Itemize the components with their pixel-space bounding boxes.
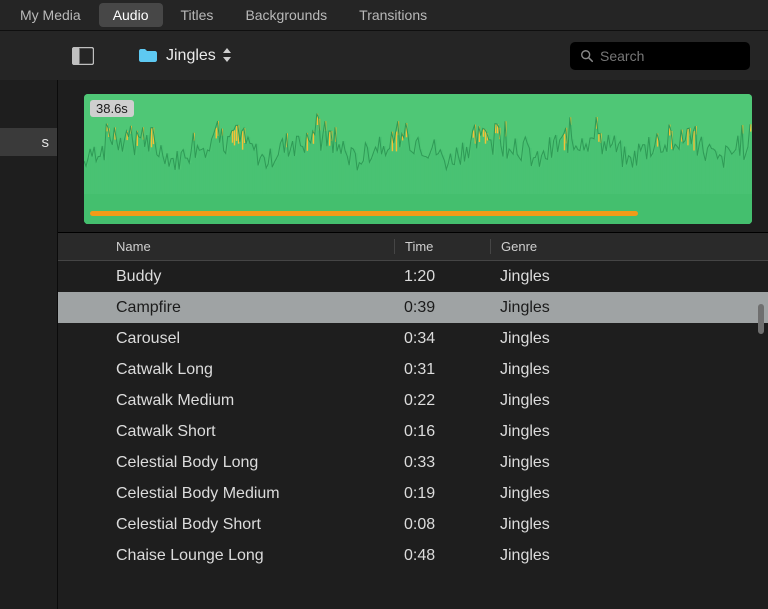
toggle-sidebar-button[interactable] (72, 31, 94, 80)
search-icon (580, 49, 594, 63)
scrollbar-thumb[interactable] (758, 304, 764, 334)
cell-name: Catwalk Short (114, 423, 394, 441)
cell-time: 0:08 (394, 516, 490, 534)
tab-transitions[interactable]: Transitions (345, 3, 441, 27)
tab-my-media[interactable]: My Media (6, 3, 95, 27)
table-row[interactable]: Catwalk Long0:31Jingles (58, 354, 768, 385)
playback-progress[interactable] (90, 211, 638, 216)
table-row[interactable]: Celestial Body Short0:08Jingles (58, 509, 768, 540)
cell-name: Chaise Lounge Long (114, 547, 394, 565)
cell-time: 0:33 (394, 454, 490, 472)
table-row[interactable]: Catwalk Short0:16Jingles (58, 416, 768, 447)
folder-label: Jingles (166, 47, 216, 65)
cell-genre: Jingles (490, 330, 618, 348)
folder-icon (138, 48, 158, 63)
table-row[interactable]: Buddy1:20Jingles (58, 261, 768, 292)
tab-audio[interactable]: Audio (99, 3, 163, 27)
duration-badge: 38.6s (90, 100, 134, 117)
cell-genre: Jingles (490, 299, 618, 317)
cell-genre: Jingles (490, 392, 618, 410)
cell-time: 0:39 (394, 299, 490, 317)
cell-genre: Jingles (490, 485, 618, 503)
column-time[interactable]: Time (394, 239, 490, 254)
sidebar-selected-label: s (42, 134, 50, 151)
cell-genre: Jingles (490, 547, 618, 565)
cell-name: Campfire (114, 299, 394, 317)
cell-name: Buddy (114, 268, 394, 286)
media-tabs: My MediaAudioTitlesBackgroundsTransition… (0, 0, 768, 30)
table-row[interactable]: Chaise Lounge Long0:48Jingles (58, 540, 768, 571)
folder-selector[interactable]: Jingles (138, 47, 232, 65)
cell-time: 0:34 (394, 330, 490, 348)
cell-name: Celestial Body Medium (114, 485, 394, 503)
panel-icon (72, 47, 94, 65)
table-header: Name Time Genre (58, 233, 768, 261)
cell-genre: Jingles (490, 423, 618, 441)
cell-time: 0:48 (394, 547, 490, 565)
search-field[interactable]: Search (570, 42, 750, 70)
audio-table: Name Time Genre Buddy1:20JinglesCampfire… (58, 232, 768, 571)
cell-name: Celestial Body Short (114, 516, 394, 534)
cell-genre: Jingles (490, 454, 618, 472)
cell-name: Catwalk Long (114, 361, 394, 379)
browser-toolbar: Jingles Search (0, 30, 768, 80)
table-row[interactable]: Celestial Body Medium0:19Jingles (58, 478, 768, 509)
cell-time: 0:22 (394, 392, 490, 410)
cell-genre: Jingles (490, 516, 618, 534)
cell-genre: Jingles (490, 361, 618, 379)
cell-name: Catwalk Medium (114, 392, 394, 410)
waveform-preview-area: 38.6s (58, 80, 768, 232)
waveform-preview[interactable]: 38.6s (84, 94, 752, 224)
column-name[interactable]: Name (114, 239, 394, 254)
table-row[interactable]: Carousel0:34Jingles (58, 323, 768, 354)
cell-name: Carousel (114, 330, 394, 348)
cell-time: 1:20 (394, 268, 490, 286)
cell-name: Celestial Body Long (114, 454, 394, 472)
table-row[interactable]: Celestial Body Long0:33Jingles (58, 447, 768, 478)
tab-titles[interactable]: Titles (167, 3, 228, 27)
table-row[interactable]: Catwalk Medium0:22Jingles (58, 385, 768, 416)
table-body: Buddy1:20JinglesCampfire0:39JinglesCarou… (58, 261, 768, 571)
sidebar-sliver: s (0, 30, 58, 609)
search-placeholder: Search (600, 48, 644, 64)
column-genre[interactable]: Genre (490, 239, 618, 254)
waveform-graphic (84, 94, 752, 224)
tab-backgrounds[interactable]: Backgrounds (231, 3, 341, 27)
up-down-icon (222, 48, 232, 64)
cell-genre: Jingles (490, 268, 618, 286)
cell-time: 0:19 (394, 485, 490, 503)
table-row[interactable]: Campfire0:39Jingles (58, 292, 768, 323)
cell-time: 0:31 (394, 361, 490, 379)
cell-time: 0:16 (394, 423, 490, 441)
sidebar-selected-item[interactable]: s (0, 128, 57, 156)
